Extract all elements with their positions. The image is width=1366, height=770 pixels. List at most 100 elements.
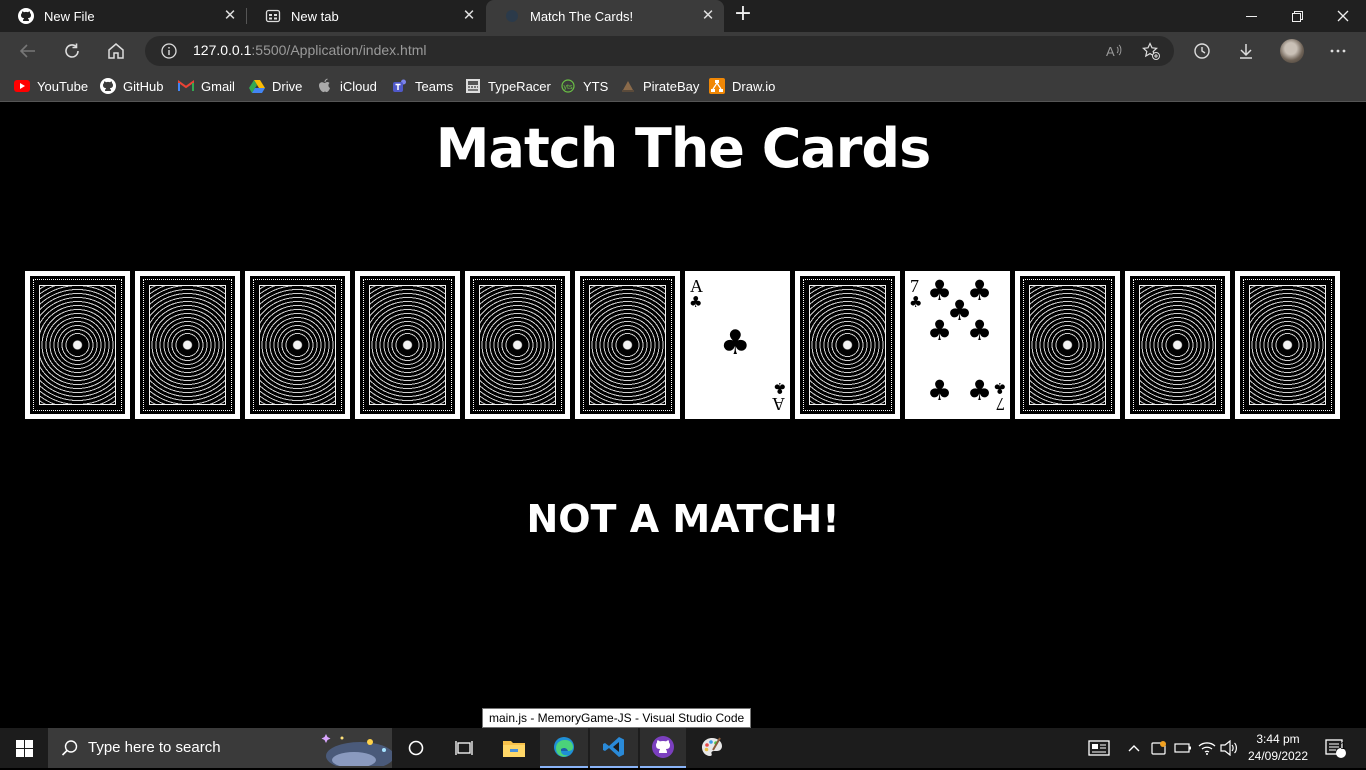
card-back[interactable] [575, 271, 680, 419]
tab-new-tab[interactable]: New tab ✕ [247, 0, 485, 32]
taskbar: Type here to search 3:44 pm 24/09/2022 1 [0, 728, 1366, 770]
bookmark-drive[interactable]: Drive [249, 76, 302, 96]
bookmark-label: Drive [272, 78, 303, 94]
newtab-icon [265, 8, 281, 24]
bookmark-label: YouTube [37, 78, 89, 94]
game-page: Match The Cards A ♣ A ♣ ♣ 7 ♣ 7 ♣ ♣ ♣ ♣ ♣ ♣ ♣ ♣ NOT A M… [0, 103, 1366, 728]
card-back-pattern [1019, 275, 1116, 415]
notification-count: 1 [1340, 741, 1346, 752]
club-suit-icon: ♣ [992, 379, 1006, 397]
windows-start-icon[interactable] [0, 728, 48, 768]
bookmark-gmail[interactable]: Gmail [178, 76, 235, 96]
edge-icon[interactable] [540, 728, 588, 768]
bookmark-typeracer[interactable]: TypeRacer [465, 76, 551, 96]
bookmark-github[interactable]: GitHub [100, 76, 163, 96]
volume-icon[interactable] [1218, 728, 1240, 768]
club-suit-icon: ♣ [967, 314, 993, 347]
tab-title: New File [44, 8, 95, 24]
taskbar-clock[interactable]: 3:44 pm 24/09/2022 [1240, 731, 1316, 765]
card-back[interactable] [245, 271, 350, 419]
tab-close-icon[interactable]: ✕ [700, 8, 716, 24]
bookmark-label: Teams [415, 78, 454, 94]
card-face-up[interactable]: A ♣ A ♣ ♣ [685, 271, 790, 419]
page-title: Match The Cards [435, 117, 931, 180]
new-tab-button[interactable]: + [732, 3, 754, 26]
bookmark-drawio[interactable]: Draw.io [709, 76, 775, 96]
club-suit-icon: ♣ [909, 293, 923, 311]
home-icon[interactable] [102, 37, 130, 65]
avatar[interactable] [1280, 39, 1304, 63]
url-text[interactable]: 127.0.0.1:5500/Application/index.html [193, 42, 427, 58]
bookmark-label: iCloud [340, 78, 377, 94]
back-icon[interactable] [14, 37, 42, 65]
tab-strip: New File ✕ New tab ✕ Match The Cards! ✕ … [0, 0, 1366, 32]
download-icon[interactable] [1232, 37, 1260, 65]
history-icon[interactable] [1188, 37, 1216, 65]
svg-text:yts: yts [564, 84, 573, 91]
news-icon[interactable] [1084, 728, 1114, 768]
github-desktop-icon[interactable] [640, 728, 686, 768]
tab-close-icon[interactable]: ✕ [222, 8, 238, 24]
card-back[interactable] [1125, 271, 1230, 419]
tab-match-the-cards[interactable]: Match The Cards! ✕ [486, 0, 724, 32]
card-face-up[interactable]: 7 ♣ 7 ♣ ♣ ♣ ♣ ♣ ♣ ♣ ♣ [905, 271, 1010, 419]
device-icon[interactable] [1148, 728, 1170, 768]
bookmark-youtube[interactable]: YouTube [14, 76, 88, 96]
close-window-icon[interactable] [1320, 0, 1366, 32]
info-icon[interactable] [161, 43, 177, 59]
address-bar[interactable]: 127.0.0.1:5500/Application/index.html A [145, 36, 1174, 66]
bookmark-teams[interactable]: Teams [392, 76, 453, 96]
card-back[interactable] [135, 271, 240, 419]
search-highlight-icon [314, 730, 394, 770]
card-back-pattern [29, 275, 126, 415]
battery-icon[interactable] [1172, 728, 1194, 768]
bookmark-piratebay[interactable]: PirateBay [620, 76, 699, 96]
cortana-icon[interactable] [392, 728, 440, 768]
notification-icon[interactable]: 1 [1318, 728, 1352, 768]
drive-icon [249, 78, 265, 94]
card-back-pattern [469, 275, 566, 415]
wifi-icon[interactable] [1196, 728, 1218, 768]
taskbar-tooltip: main.js - MemoryGame-JS - Visual Studio … [482, 708, 752, 728]
card-back[interactable] [465, 271, 570, 419]
bookmark-label: YTS [583, 78, 609, 94]
card-grid: A ♣ A ♣ ♣ 7 ♣ 7 ♣ ♣ ♣ ♣ ♣ ♣ ♣ ♣ [25, 271, 1345, 419]
card-back-pattern [249, 275, 346, 415]
add-favorite-icon[interactable] [1142, 42, 1160, 64]
card-back-pattern [359, 275, 456, 415]
bookmark-label: TypeRacer [488, 78, 551, 94]
bookmark-yts[interactable]: yts YTS [560, 76, 608, 96]
club-suit-icon: ♣ [967, 374, 993, 407]
match-status: NOT A MATCH! [526, 497, 840, 541]
minimize-icon[interactable] [1228, 0, 1274, 32]
restore-icon[interactable] [1274, 0, 1320, 32]
card-back[interactable] [795, 271, 900, 419]
url-host: 127.0.0.1 [193, 42, 252, 58]
piratebay-icon [620, 78, 636, 94]
task-view-icon[interactable] [440, 728, 488, 768]
clock-time: 3:44 pm [1256, 732, 1300, 746]
tab-new-file[interactable]: New File ✕ [0, 0, 246, 32]
youtube-icon [14, 78, 30, 94]
file-explorer-icon[interactable] [490, 728, 538, 768]
card-back[interactable] [1235, 271, 1340, 419]
yts-icon: yts [560, 78, 576, 94]
card-rank: 7 [996, 394, 1005, 414]
card-back-pattern [139, 275, 236, 415]
club-suit-icon: ♣ [689, 293, 703, 311]
vscode-icon[interactable] [590, 728, 638, 768]
chevron-up-icon[interactable] [1124, 728, 1144, 768]
read-aloud-icon[interactable]: A [1105, 42, 1123, 64]
tab-close-icon[interactable]: ✕ [461, 8, 477, 24]
apple-icon [317, 78, 333, 94]
card-back[interactable] [25, 271, 130, 419]
card-back[interactable] [1015, 271, 1120, 419]
paint-icon[interactable] [688, 728, 736, 768]
card-back[interactable] [355, 271, 460, 419]
refresh-icon[interactable] [58, 37, 86, 65]
bookmark-icloud[interactable]: iCloud [317, 76, 377, 96]
search-icon [61, 739, 79, 761]
page-icon [504, 8, 520, 24]
taskbar-search-input[interactable]: Type here to search [48, 728, 394, 770]
more-menu-icon[interactable] [1324, 37, 1352, 65]
